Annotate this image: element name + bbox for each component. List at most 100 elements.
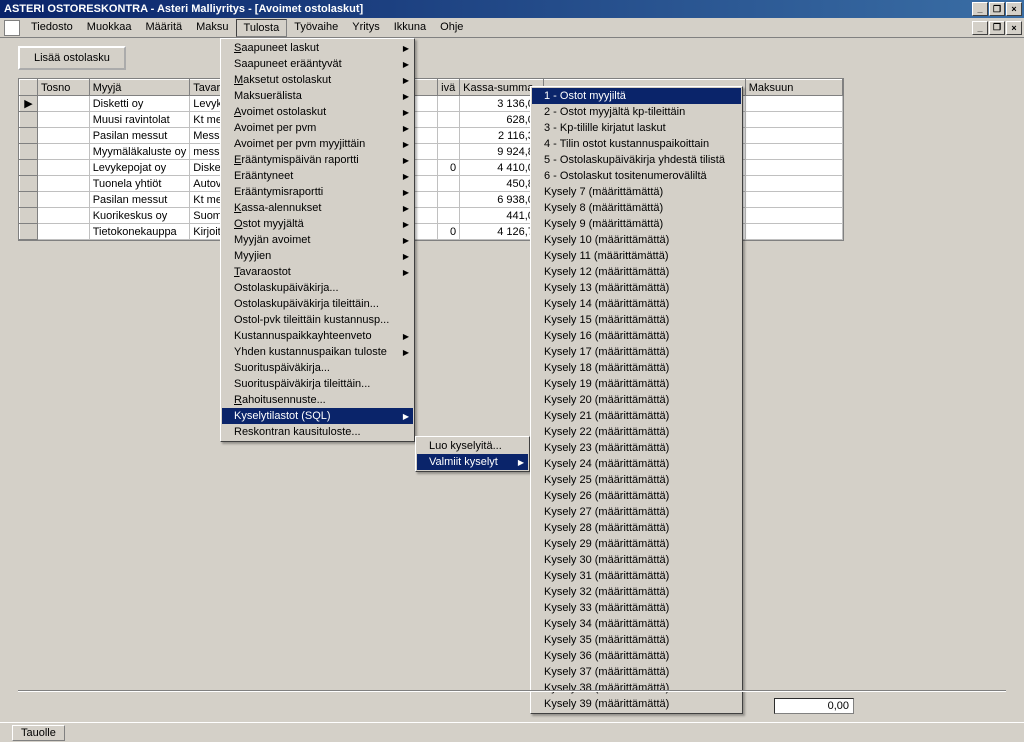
menu-item[interactable]: Avoimet ostolaskut▶ [222, 104, 413, 120]
menu-item[interactable]: Kysely 11 (määrittämättä) [532, 248, 741, 264]
menu-item[interactable]: Kysely 31 (määrittämättä) [532, 568, 741, 584]
menu-item[interactable]: Yhden kustannuspaikan tuloste▶ [222, 344, 413, 360]
menu-item[interactable]: Suorituspäiväkirja tileittäin... [222, 376, 413, 392]
column-header[interactable]: ivä [438, 80, 460, 96]
menu-määritä[interactable]: Määritä [138, 19, 189, 37]
menu-item[interactable]: Avoimet per pvm▶ [222, 120, 413, 136]
menu-bar: TiedostoMuokkaaMääritäMaksuTulostaTyövai… [0, 18, 1024, 38]
mdi-restore-button[interactable]: ❐ [989, 21, 1005, 35]
menu-item[interactable]: Kysely 20 (määrittämättä) [532, 392, 741, 408]
menu-item[interactable]: Luo kyselyitä... [417, 438, 528, 454]
menu-item[interactable]: Maksetut ostolaskut▶ [222, 72, 413, 88]
menu-item[interactable]: Kysely 26 (määrittämättä) [532, 488, 741, 504]
menu-item[interactable]: 1 - Ostot myyjiltä [532, 88, 741, 104]
toolbar: Lisää ostolasku [0, 38, 1024, 78]
menu-tulosta[interactable]: Tulosta [236, 19, 288, 37]
menu-maksu[interactable]: Maksu [189, 19, 235, 37]
mdi-close-button[interactable]: × [1006, 21, 1022, 35]
mdi-minimize-button[interactable]: _ [972, 21, 988, 35]
menu-tiedosto[interactable]: Tiedosto [24, 19, 80, 37]
menu-item[interactable]: Kysely 16 (määrittämättä) [532, 328, 741, 344]
close-button[interactable]: × [1006, 2, 1022, 16]
menu-item[interactable]: Kustannuspaikkayhteenveto▶ [222, 328, 413, 344]
menu-item[interactable]: 6 - Ostolaskut tositenumeroväliltä [532, 168, 741, 184]
menu-item[interactable]: Kysely 9 (määrittämättä) [532, 216, 741, 232]
menu-item[interactable]: Erääntyneet▶ [222, 168, 413, 184]
add-invoice-button[interactable]: Lisää ostolasku [18, 46, 126, 70]
menu-item[interactable]: Ostol-pvk tileittäin kustannusp... [222, 312, 413, 328]
menu-item[interactable]: Myyjien▶ [222, 248, 413, 264]
menu-item[interactable]: 5 - Ostolaskupäiväkirja yhdestä tilistä [532, 152, 741, 168]
status-bar: Tauolle [0, 722, 1024, 742]
menu-item[interactable]: Kysely 19 (määrittämättä) [532, 376, 741, 392]
menu-item[interactable]: Erääntymispäivän raportti▶ [222, 152, 413, 168]
menu-item[interactable]: Erääntymisraportti▶ [222, 184, 413, 200]
menu-item[interactable]: 2 - Ostot myyjältä kp-tileittäin [532, 104, 741, 120]
menu-item[interactable]: Kysely 27 (määrittämättä) [532, 504, 741, 520]
column-header[interactable]: Tosno [37, 80, 89, 96]
menu-item[interactable]: Kysely 12 (määrittämättä) [532, 264, 741, 280]
menu-työvaihe[interactable]: Työvaihe [287, 19, 345, 37]
menu-item[interactable]: Kysely 18 (määrittämättä) [532, 360, 741, 376]
valmiit-kyselyt-submenu: 1 - Ostot myyjiltä2 - Ostot myyjältä kp-… [530, 86, 743, 714]
menu-item[interactable]: Kysely 10 (määrittämättä) [532, 232, 741, 248]
column-header[interactable]: Maksuun [745, 80, 842, 96]
menu-item[interactable]: Kysely 15 (määrittämättä) [532, 312, 741, 328]
menu-item[interactable]: Myyjän avoimet▶ [222, 232, 413, 248]
menu-item[interactable]: 3 - Kp-tilille kirjatut laskut [532, 120, 741, 136]
menu-item[interactable]: Maksuerälista▶ [222, 88, 413, 104]
mdi-controls: _ ❐ × [972, 21, 1022, 35]
menu-item[interactable]: Avoimet per pvm myyjittäin▶ [222, 136, 413, 152]
menu-item[interactable]: Suorituspäiväkirja... [222, 360, 413, 376]
menu-item[interactable]: Kassa-alennukset▶ [222, 200, 413, 216]
menu-ikkuna[interactable]: Ikkuna [387, 19, 433, 37]
menu-item[interactable]: Kyselytilastot (SQL)▶ [222, 408, 413, 424]
menu-item[interactable]: Kysely 24 (määrittämättä) [532, 456, 741, 472]
menu-item[interactable]: Kysely 33 (määrittämättä) [532, 600, 741, 616]
maximize-button[interactable]: ❐ [989, 2, 1005, 16]
menu-item[interactable]: Valmiit kyselyt▶ [417, 454, 528, 470]
menu-item[interactable]: Saapuneet erääntyvät▶ [222, 56, 413, 72]
menu-yritys[interactable]: Yritys [345, 19, 387, 37]
column-header[interactable]: Myyjä [89, 80, 190, 96]
menu-muokkaa[interactable]: Muokkaa [80, 19, 139, 37]
minimize-button[interactable]: _ [972, 2, 988, 16]
menu-item[interactable]: Kysely 25 (määrittämättä) [532, 472, 741, 488]
menu-item[interactable]: Kysely 14 (määrittämättä) [532, 296, 741, 312]
menu-item[interactable]: Kysely 28 (määrittämättä) [532, 520, 741, 536]
app-icon [4, 20, 20, 36]
menu-item[interactable]: Kysely 34 (määrittämättä) [532, 616, 741, 632]
menu-item[interactable]: 4 - Tilin ostot kustannuspaikoittain [532, 136, 741, 152]
menu-item[interactable]: Reskontran kausituloste... [222, 424, 413, 440]
menu-item[interactable]: Kysely 30 (määrittämättä) [532, 552, 741, 568]
total-box: 0,00 [774, 698, 854, 714]
menu-item[interactable]: Kysely 21 (määrittämättä) [532, 408, 741, 424]
menu-ohje[interactable]: Ohje [433, 19, 470, 37]
menu-item[interactable]: Kysely 17 (määrittämättä) [532, 344, 741, 360]
window-controls: _ ❐ × [972, 2, 1022, 16]
menu-item[interactable]: Kysely 38 (määrittämättä) [532, 680, 741, 696]
menu-item[interactable]: Tavaraostot▶ [222, 264, 413, 280]
menu-item[interactable]: Ostolaskupäiväkirja... [222, 280, 413, 296]
menu-item[interactable]: Kysely 37 (määrittämättä) [532, 664, 741, 680]
title-bar: ASTERI OSTORESKONTRA - Asteri Malliyrity… [0, 0, 1024, 18]
menu-item[interactable]: Kysely 7 (määrittämättä) [532, 184, 741, 200]
kyselytilastot-submenu: Luo kyselyitä...Valmiit kyselyt▶ [415, 436, 530, 472]
menu-item[interactable]: Kysely 29 (määrittämättä) [532, 536, 741, 552]
tulosta-menu: Saapuneet laskut▶Saapuneet erääntyvät▶Ma… [220, 38, 415, 442]
menu-item[interactable]: Ostolaskupäiväkirja tileittäin... [222, 296, 413, 312]
menu-item[interactable]: Kysely 36 (määrittämättä) [532, 648, 741, 664]
tauolle-button[interactable]: Tauolle [12, 725, 65, 741]
menu-item[interactable]: Kysely 13 (määrittämättä) [532, 280, 741, 296]
menu-item[interactable]: Rahoitusennuste... [222, 392, 413, 408]
menu-item[interactable]: Kysely 35 (määrittämättä) [532, 632, 741, 648]
menu-item[interactable]: Kysely 32 (määrittämättä) [532, 584, 741, 600]
menu-item[interactable]: Ostot myyjältä▶ [222, 216, 413, 232]
menu-item[interactable]: Kysely 23 (määrittämättä) [532, 440, 741, 456]
separator [18, 690, 1006, 692]
window-title: ASTERI OSTORESKONTRA - Asteri Malliyrity… [2, 3, 972, 15]
menu-item[interactable]: Kysely 39 (määrittämättä) [532, 696, 741, 712]
menu-item[interactable]: Saapuneet laskut▶ [222, 40, 413, 56]
menu-item[interactable]: Kysely 8 (määrittämättä) [532, 200, 741, 216]
menu-item[interactable]: Kysely 22 (määrittämättä) [532, 424, 741, 440]
